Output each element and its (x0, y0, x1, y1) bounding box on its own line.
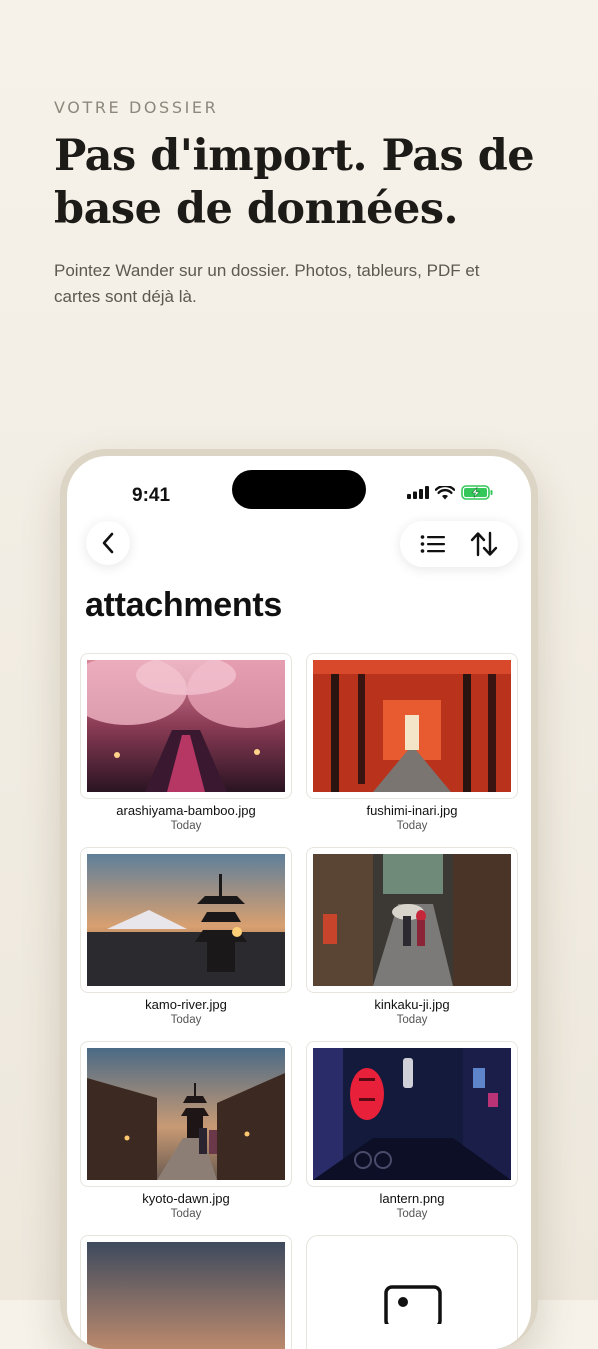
file-card[interactable]: lantern.png Today (306, 1041, 518, 1222)
thumbnail-frame (80, 1235, 292, 1349)
image-file-icon (384, 1285, 442, 1324)
file-card[interactable] (306, 1235, 518, 1349)
sort-arrows-icon (470, 531, 498, 557)
phone-mockup: 9:41 attachments arashiyama-bamboo.jpg T… (60, 449, 538, 1349)
battery-charging-icon (461, 485, 493, 500)
photo-thumbnail (87, 1048, 285, 1180)
view-toolbar (400, 521, 518, 567)
file-card[interactable]: fushimi-inari.jpg Today (306, 653, 518, 834)
file-date: Today (170, 1014, 202, 1026)
file-name: kinkaku-ji.jpg (374, 997, 450, 1012)
dynamic-island (232, 470, 366, 509)
photo-thumbnail (313, 854, 511, 986)
file-placeholder (306, 1235, 518, 1349)
file-date: Today (396, 1014, 428, 1026)
file-card[interactable]: arashiyama-bamboo.jpg Today (80, 653, 292, 834)
file-date: Today (396, 820, 428, 832)
hero-subtitle: Pointez Wander sur un dossier. Photos, t… (54, 261, 480, 306)
signal-icon (407, 486, 429, 499)
list-icon (420, 535, 445, 553)
file-date: Today (170, 820, 202, 832)
photo-thumbnail (313, 660, 511, 792)
file-card[interactable]: kinkaku-ji.jpg Today (306, 847, 518, 1028)
file-name: kyoto-dawn.jpg (142, 1191, 230, 1206)
file-name: arashiyama-bamboo.jpg (116, 803, 256, 818)
photo-thumbnail (87, 660, 285, 792)
file-card[interactable] (80, 1235, 292, 1349)
photo-thumbnail (87, 854, 285, 986)
hero-headline: Pas d'import. Pas de base de données. (54, 131, 535, 234)
back-button[interactable] (86, 521, 130, 565)
phone-screen: 9:41 attachments arashiyama-bamboo.jpg T… (67, 456, 531, 1349)
file-card[interactable]: kamo-river.jpg Today (80, 847, 292, 1028)
folder-title: attachments (85, 586, 282, 624)
chevron-left-icon (102, 532, 114, 554)
wifi-icon (435, 485, 455, 499)
thumbnail-frame (306, 1041, 518, 1187)
file-date: Today (396, 1208, 428, 1220)
file-card[interactable]: kyoto-dawn.jpg Today (80, 1041, 292, 1222)
thumbnail-frame (80, 653, 292, 799)
thumbnail-frame (306, 653, 518, 799)
sort-button[interactable] (470, 531, 498, 557)
photo-thumbnail (313, 1048, 511, 1180)
file-name: kamo-river.jpg (145, 997, 227, 1012)
file-name: lantern.png (379, 1191, 445, 1206)
list-view-button[interactable] (420, 534, 446, 554)
status-icons (407, 485, 493, 500)
file-grid: arashiyama-bamboo.jpg Today fushimi-inar… (80, 653, 518, 1349)
thumbnail-frame (80, 1041, 292, 1187)
file-date: Today (170, 1208, 202, 1220)
status-time: 9:41 (132, 485, 171, 506)
thumbnail-frame (80, 847, 292, 993)
photo-thumbnail (87, 1242, 285, 1349)
thumbnail-frame (306, 847, 518, 993)
file-name: fushimi-inari.jpg (366, 803, 458, 818)
eyebrow-label: VOTRE DOSSIER (54, 98, 219, 117)
